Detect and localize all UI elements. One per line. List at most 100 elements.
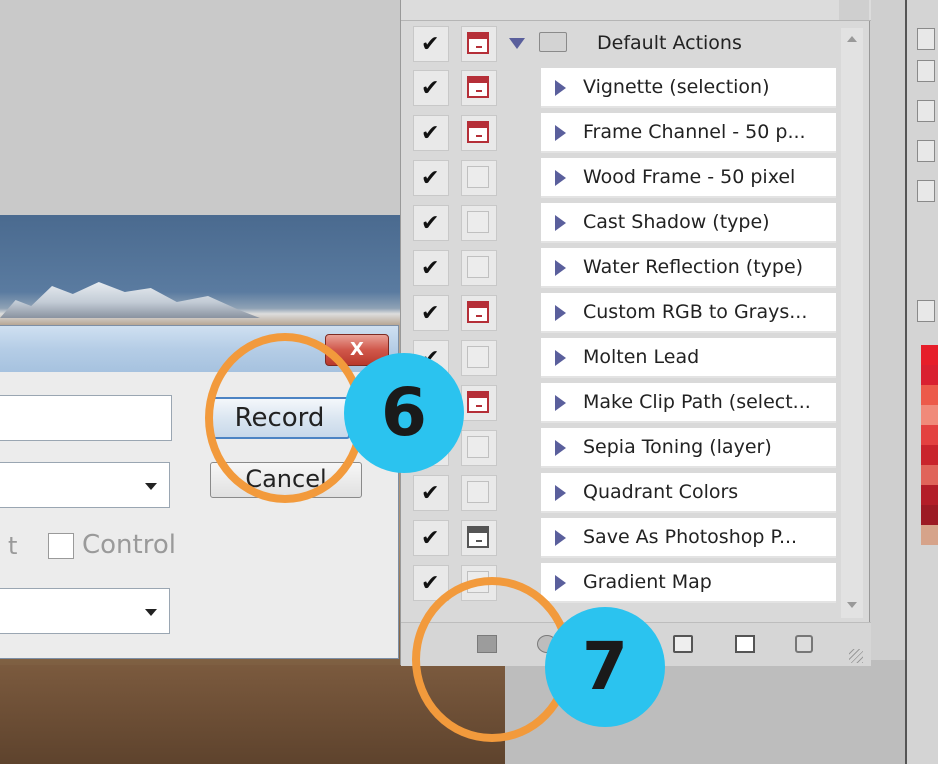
- play-triangle-icon[interactable]: [555, 215, 566, 231]
- action-row[interactable]: Water Reflection (type): [541, 248, 836, 288]
- actions-panel: ✔ Default Actions ✔ Vignette (selection) ✔…: [400, 0, 871, 666]
- dialog-off-icon: [467, 481, 489, 503]
- shift-label-partial: t: [8, 532, 18, 560]
- action-toggle[interactable]: ✔: [413, 205, 449, 241]
- checkmark-icon: ✔: [421, 256, 440, 281]
- action-name-input[interactable]: [0, 395, 172, 441]
- action-toggle[interactable]: ✔: [413, 70, 449, 106]
- play-triangle-icon[interactable]: [555, 260, 566, 276]
- color-swatch[interactable]: [921, 365, 938, 385]
- action-dialog-toggle[interactable]: [461, 475, 497, 511]
- play-triangle-icon[interactable]: [555, 170, 566, 186]
- action-dialog-toggle[interactable]: [461, 295, 497, 331]
- action-label: Cast Shadow (type): [583, 211, 770, 233]
- checkmark-icon: ✔: [421, 301, 440, 326]
- checkmark-icon: ✔: [421, 76, 440, 101]
- checkmark-icon: ✔: [421, 211, 440, 236]
- play-triangle-icon[interactable]: [555, 485, 566, 501]
- action-toggle[interactable]: ✔: [413, 295, 449, 331]
- dialog-off-icon: [467, 166, 489, 188]
- scroll-up-icon[interactable]: [847, 36, 857, 42]
- color-swatch[interactable]: [921, 425, 938, 445]
- action-toggle[interactable]: ✔: [413, 520, 449, 556]
- action-dialog-toggle[interactable]: [461, 340, 497, 376]
- checkmark-icon: ✔: [421, 32, 440, 57]
- color-swatch[interactable]: [921, 505, 938, 525]
- action-dialog-toggle[interactable]: [461, 430, 497, 466]
- dialog-icon: [467, 32, 489, 54]
- action-label: Vignette (selection): [583, 76, 770, 98]
- action-dialog-toggle[interactable]: [461, 250, 497, 286]
- action-label: Sepia Toning (layer): [583, 436, 772, 458]
- dialog-icon: [467, 526, 489, 548]
- callout-badge-6: 6: [344, 353, 464, 473]
- dialog-off-icon: [467, 436, 489, 458]
- control-checkbox[interactable]: [48, 533, 74, 559]
- action-toggle[interactable]: ✔: [413, 160, 449, 196]
- action-row[interactable]: Vignette (selection): [541, 68, 836, 108]
- play-triangle-icon[interactable]: [555, 530, 566, 546]
- play-triangle-icon[interactable]: [555, 305, 566, 321]
- action-row[interactable]: Frame Channel - 50 p...: [541, 113, 836, 153]
- action-dialog-toggle[interactable]: [461, 160, 497, 196]
- color-swatch[interactable]: [921, 485, 938, 505]
- panel-button[interactable]: [917, 28, 935, 50]
- play-triangle-icon[interactable]: [555, 440, 566, 456]
- action-row[interactable]: Wood Frame - 50 pixel: [541, 158, 836, 198]
- dialog-icon: [467, 76, 489, 98]
- play-triangle-icon[interactable]: [555, 80, 566, 96]
- action-row[interactable]: Make Clip Path (select...: [541, 383, 836, 423]
- action-toggle[interactable]: ✔: [413, 250, 449, 286]
- action-row[interactable]: Molten Lead: [541, 338, 836, 378]
- chevron-down-icon: [145, 609, 157, 616]
- color-swatch[interactable]: [921, 525, 938, 545]
- color-swatch[interactable]: [921, 385, 938, 405]
- action-dialog-toggle[interactable]: [461, 70, 497, 106]
- color-swatch[interactable]: [921, 445, 938, 465]
- color-swatch[interactable]: [921, 345, 938, 365]
- action-row[interactable]: Save As Photoshop P...: [541, 518, 836, 558]
- action-set-select[interactable]: [0, 462, 170, 508]
- create-new-action-button[interactable]: [735, 635, 755, 653]
- action-row[interactable]: Gradient Map: [541, 563, 836, 603]
- checkmark-icon: ✔: [421, 166, 440, 191]
- play-triangle-icon[interactable]: [555, 395, 566, 411]
- action-set-row[interactable]: Default Actions: [501, 24, 836, 64]
- expand-triangle-icon[interactable]: [509, 38, 525, 49]
- color-swatch[interactable]: [921, 405, 938, 425]
- folder-icon: [539, 32, 567, 52]
- action-row[interactable]: Sepia Toning (layer): [541, 428, 836, 468]
- resize-grip-icon[interactable]: [849, 649, 863, 663]
- panel-button[interactable]: [917, 60, 935, 82]
- color-swatch[interactable]: [921, 465, 938, 485]
- action-dialog-toggle[interactable]: [461, 520, 497, 556]
- action-toggle[interactable]: ✔: [413, 475, 449, 511]
- action-toggle[interactable]: ✔: [413, 115, 449, 151]
- panel-button[interactable]: [917, 100, 935, 122]
- action-row[interactable]: Quadrant Colors: [541, 473, 836, 513]
- create-new-set-button[interactable]: [673, 635, 693, 653]
- action-row[interactable]: Custom RGB to Grays...: [541, 293, 836, 333]
- action-dialog-toggle[interactable]: [461, 115, 497, 151]
- set-toggle[interactable]: ✔: [413, 26, 449, 62]
- checkmark-icon: ✔: [421, 526, 440, 551]
- set-dialog-toggle[interactable]: [461, 26, 497, 62]
- play-triangle-icon[interactable]: [555, 350, 566, 366]
- panel-button[interactable]: [917, 180, 935, 202]
- action-dialog-toggle[interactable]: [461, 205, 497, 241]
- color-select[interactable]: [0, 588, 170, 634]
- action-dialog-toggle[interactable]: [461, 385, 497, 421]
- play-triangle-icon[interactable]: [555, 575, 566, 591]
- dialog-off-icon: [467, 346, 489, 368]
- panel-button[interactable]: [917, 140, 935, 162]
- scroll-down-icon[interactable]: [847, 602, 857, 608]
- dialog-icon: [467, 391, 489, 413]
- action-row[interactable]: Cast Shadow (type): [541, 203, 836, 243]
- dialog-off-icon: [467, 256, 489, 278]
- panel-scrollbar[interactable]: [841, 28, 863, 618]
- panel-button[interactable]: [917, 300, 935, 322]
- play-triangle-icon[interactable]: [555, 125, 566, 141]
- panel-menu-button[interactable]: [839, 0, 869, 20]
- trash-icon[interactable]: [795, 635, 813, 653]
- control-label: Control: [82, 530, 176, 560]
